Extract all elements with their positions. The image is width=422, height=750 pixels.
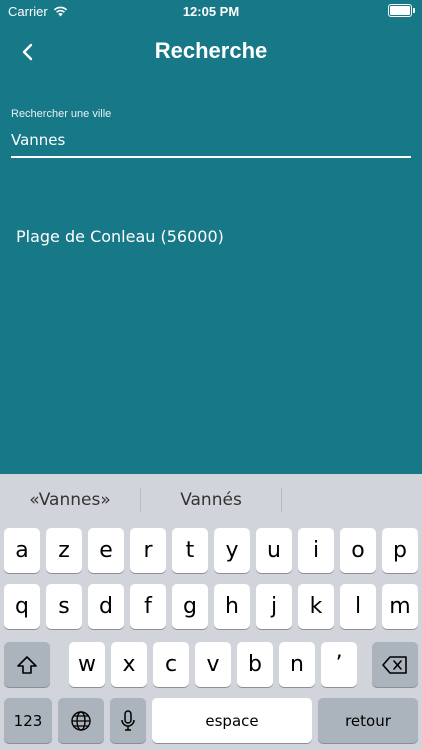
key-l[interactable]: l [340, 584, 376, 629]
key-g[interactable]: g [172, 584, 208, 629]
key-a[interactable]: a [4, 528, 40, 573]
suggestion-item[interactable]: Vannés [141, 490, 281, 510]
key-h[interactable]: h [214, 584, 250, 629]
key-q[interactable]: q [4, 584, 40, 629]
key-f[interactable]: f [130, 584, 166, 629]
key-apostrophe[interactable]: ’ [321, 642, 357, 687]
key-row-4: 123 espace retour [0, 698, 422, 744]
result-item[interactable]: Plage de Conleau (56000) [16, 227, 224, 246]
keyboard: «Vannes» Vannés a z e r t y u i o p q s … [0, 474, 422, 750]
suggestion-bar: «Vannes» Vannés [0, 474, 422, 526]
key-o[interactable]: o [340, 528, 376, 573]
globe-key[interactable] [58, 698, 104, 743]
key-r[interactable]: r [130, 528, 166, 573]
key-m[interactable]: m [382, 584, 418, 629]
shift-icon [17, 655, 37, 674]
key-i[interactable]: i [298, 528, 334, 573]
key-row-1: a z e r t y u i o p [0, 528, 422, 574]
globe-icon [71, 710, 91, 731]
key-b[interactable]: b [237, 642, 273, 687]
backspace-icon [382, 655, 407, 674]
status-bar: Carrier 12:05 PM [0, 0, 422, 22]
space-key[interactable]: espace [152, 698, 312, 743]
key-n[interactable]: n [279, 642, 315, 687]
key-p[interactable]: p [382, 528, 418, 573]
key-u[interactable]: u [256, 528, 292, 573]
key-j[interactable]: j [256, 584, 292, 629]
key-y[interactable]: y [214, 528, 250, 573]
key-s[interactable]: s [46, 584, 82, 629]
key-row-3: w x c v b n ’ [0, 642, 422, 688]
nav-bar: Recherche [0, 22, 422, 82]
key-z[interactable]: z [46, 528, 82, 573]
key-d[interactable]: d [88, 584, 124, 629]
key-k[interactable]: k [298, 584, 334, 629]
key-v[interactable]: v [195, 642, 231, 687]
key-row-2: q s d f g h j k l m [0, 584, 422, 630]
key-w[interactable]: w [69, 642, 105, 687]
shift-key[interactable] [4, 642, 50, 687]
status-time: 12:05 PM [182, 4, 240, 19]
suggestion-divider [281, 488, 282, 512]
page-title: Recherche [154, 38, 268, 63]
key-t[interactable]: t [172, 528, 208, 573]
search-field[interactable] [11, 128, 411, 158]
search-input[interactable] [11, 128, 411, 152]
key-e[interactable]: e [88, 528, 124, 573]
battery-icon [388, 4, 415, 17]
return-key[interactable]: retour [318, 698, 418, 743]
microphone-icon [121, 709, 135, 731]
microphone-key[interactable] [110, 698, 146, 743]
delete-key[interactable] [372, 642, 418, 687]
search-block: Rechercher une ville [11, 108, 411, 158]
numbers-key[interactable]: 123 [4, 698, 52, 743]
key-x[interactable]: x [111, 642, 147, 687]
key-c[interactable]: c [153, 642, 189, 687]
suggestion-item[interactable]: «Vannes» [0, 490, 140, 510]
search-label: Rechercher une ville [11, 108, 112, 120]
